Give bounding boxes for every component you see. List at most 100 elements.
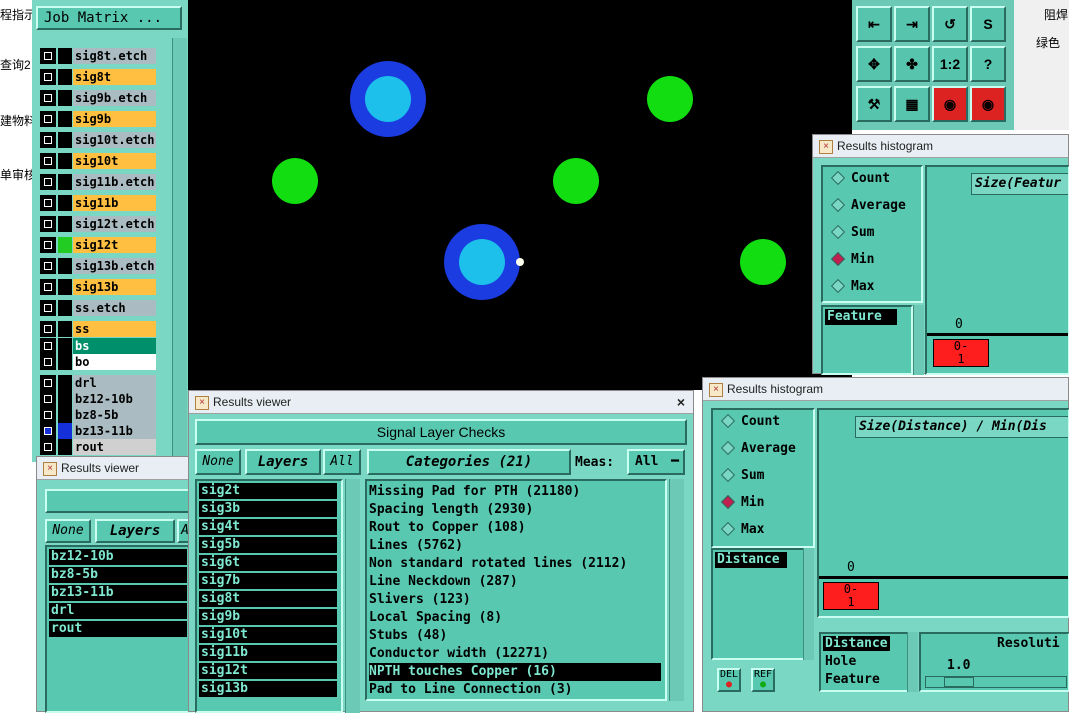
category-item[interactable]: Local Spacing (8) xyxy=(369,609,661,627)
layer-checkbox[interactable] xyxy=(40,391,56,407)
layer-name[interactable]: bs xyxy=(73,338,156,354)
histogram-bar[interactable]: 0- 1 xyxy=(823,582,879,610)
histogram-bar[interactable]: 0- 1 xyxy=(933,339,989,367)
titlebar[interactable]: × Results histogram xyxy=(813,135,1068,158)
layer-checkbox[interactable] xyxy=(40,111,56,127)
help-icon[interactable]: ? xyxy=(970,46,1006,82)
layers-button[interactable]: Layers xyxy=(95,519,175,543)
category-item[interactable]: Missing Pad for PTH (21180) xyxy=(369,483,661,501)
layer-row[interactable]: sig8t.etch xyxy=(40,48,156,66)
layer-checkbox[interactable] xyxy=(40,258,56,274)
category-item[interactable]: Spacing length (2930) xyxy=(369,501,661,519)
layer-row[interactable]: rout xyxy=(40,439,156,457)
layer-checkbox[interactable] xyxy=(40,48,56,64)
layer-row[interactable]: sig12t xyxy=(40,237,156,255)
titlebar[interactable]: × Results histogram xyxy=(703,378,1068,401)
layer-color-swatch[interactable] xyxy=(58,216,72,232)
desktop-label[interactable]: 程指示 xyxy=(0,6,36,23)
layer-checkbox[interactable] xyxy=(40,69,56,85)
undo-zoom-icon[interactable]: ↺ xyxy=(932,6,968,42)
layer-red-icon-1[interactable]: ◉ xyxy=(932,86,968,122)
category-item[interactable]: Pad to Line Connection (3) xyxy=(369,681,661,699)
layer-name[interactable]: sig12t.etch xyxy=(73,216,156,232)
desktop-label[interactable]: 查询2 xyxy=(0,56,31,73)
layer-color-swatch[interactable] xyxy=(58,237,72,253)
layer-color-swatch[interactable] xyxy=(58,111,72,127)
layer-checkbox[interactable] xyxy=(40,237,56,253)
field-item[interactable]: Distance xyxy=(715,552,787,568)
layer-color-swatch[interactable] xyxy=(58,279,72,295)
zoom-out-icon[interactable]: ⇥ xyxy=(894,6,930,42)
layer-name[interactable]: ss xyxy=(73,321,156,337)
stat-option-min[interactable]: Min xyxy=(830,250,874,270)
layer-list-scrollbar[interactable] xyxy=(345,479,360,713)
layer-row[interactable]: sig10t.etch xyxy=(40,132,156,150)
category-item[interactable]: Stubs (48) xyxy=(369,627,661,645)
layer-checkbox[interactable] xyxy=(40,153,56,169)
layer-row[interactable]: sig13b.etch xyxy=(40,258,156,276)
layer-name[interactable]: drl xyxy=(73,375,156,391)
layer-scrollbar[interactable] xyxy=(172,38,187,462)
layer-checkbox[interactable] xyxy=(40,132,56,148)
layer-name[interactable]: sig13b.etch xyxy=(73,258,156,274)
field-item[interactable]: Feature xyxy=(825,309,897,325)
layer-checkbox[interactable] xyxy=(40,195,56,211)
stat-option-sum[interactable]: Sum xyxy=(830,223,874,243)
category-item[interactable]: Conductor width (12271) xyxy=(369,645,661,663)
list-item[interactable]: bz8-5b xyxy=(49,567,187,583)
field-scrollbar[interactable] xyxy=(803,548,814,660)
layer-color-swatch[interactable] xyxy=(58,90,72,106)
list-item[interactable]: rout xyxy=(49,621,187,637)
layer-color-swatch[interactable] xyxy=(58,321,72,337)
ref-button[interactable]: REF ● xyxy=(751,668,775,692)
categories-button[interactable]: Categories (21) xyxy=(367,449,571,475)
list-item[interactable]: sig5b xyxy=(199,537,337,553)
grid-icon[interactable]: ▦ xyxy=(894,86,930,122)
list-item[interactable]: sig4t xyxy=(199,519,337,535)
desktop-label[interactable]: 建物料 xyxy=(0,112,36,129)
layer-color-swatch[interactable] xyxy=(58,300,72,316)
stat-option-count[interactable]: Count xyxy=(720,412,780,432)
layer-checkbox[interactable] xyxy=(40,279,56,295)
list-item[interactable]: bz12-10b xyxy=(49,549,187,565)
stat-option-min[interactable]: Min xyxy=(720,493,764,513)
layer-checkbox[interactable] xyxy=(40,90,56,106)
layer-row[interactable]: sig9b.etch xyxy=(40,90,156,108)
layer-checkbox[interactable] xyxy=(40,375,56,391)
layer-color-swatch[interactable] xyxy=(58,132,72,148)
del-button[interactable]: DEL ● xyxy=(717,668,741,692)
layer-name[interactable]: sig11b.etch xyxy=(73,174,156,190)
layer-color-swatch[interactable] xyxy=(58,153,72,169)
layer-checkbox[interactable] xyxy=(40,423,56,439)
layer-color-swatch[interactable] xyxy=(58,423,72,439)
layer-name[interactable]: bz13-11b xyxy=(73,423,156,439)
all-button[interactable]: All xyxy=(323,449,361,475)
layers-button[interactable]: Layers xyxy=(245,449,321,475)
list-item[interactable]: sig12t xyxy=(199,663,337,679)
stat-option-average[interactable]: Average xyxy=(830,196,906,216)
list-item[interactable]: sig8t xyxy=(199,591,337,607)
layer-color-swatch[interactable] xyxy=(58,195,72,211)
layer-checkbox[interactable] xyxy=(40,300,56,316)
layer-name[interactable]: ss.etch xyxy=(73,300,156,316)
list-item[interactable]: drl xyxy=(49,603,187,619)
layer-name[interactable]: sig9b.etch xyxy=(73,90,156,106)
category-item[interactable]: Slivers (123) xyxy=(369,591,661,609)
layer-red-icon-2[interactable]: ◉ xyxy=(970,86,1006,122)
job-matrix-button[interactable]: Job Matrix ... xyxy=(36,6,182,30)
layer-name[interactable]: sig9b xyxy=(73,111,156,127)
field-option[interactable]: Distance xyxy=(823,636,890,651)
layer-color-swatch[interactable] xyxy=(58,338,72,354)
field-select-scrollbar[interactable] xyxy=(907,632,918,692)
stat-option-sum[interactable]: Sum xyxy=(720,466,764,486)
graphics-canvas[interactable] xyxy=(188,0,852,390)
field-option[interactable]: Hole xyxy=(823,654,858,669)
layer-row[interactable]: bo xyxy=(40,354,156,372)
list-item[interactable]: sig10t xyxy=(199,627,337,643)
layer-row[interactable]: ss.etch xyxy=(40,300,156,318)
zoom-in-icon[interactable]: ⇤ xyxy=(856,6,892,42)
layer-row[interactable]: sig11b xyxy=(40,195,156,213)
desktop-label[interactable]: 单审核 xyxy=(0,166,36,183)
layer-color-swatch[interactable] xyxy=(58,69,72,85)
titlebar[interactable]: × Results viewer xyxy=(37,457,191,480)
